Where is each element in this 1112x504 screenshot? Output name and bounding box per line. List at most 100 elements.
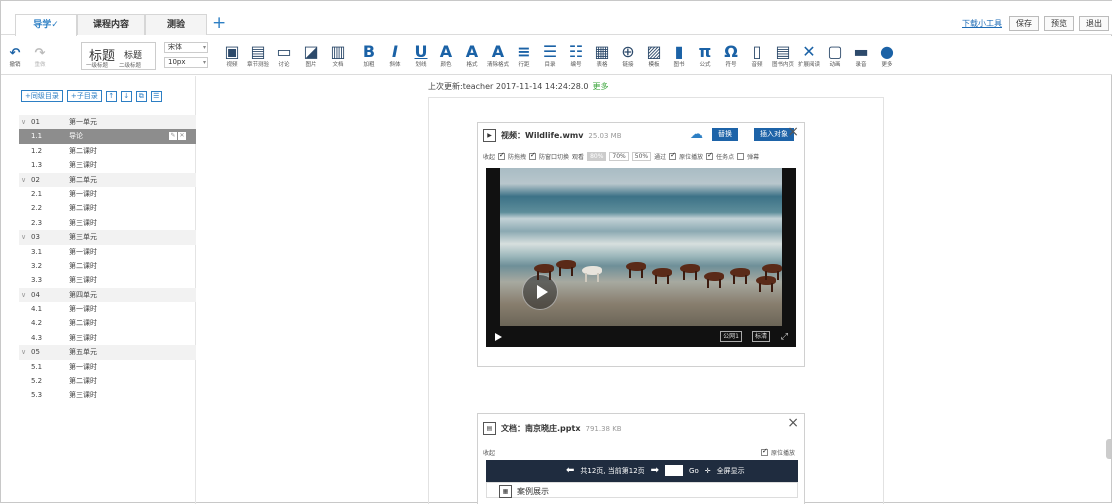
outline-unit[interactable]: ∨ 05 第五单元 (19, 345, 196, 360)
collapse-icon[interactable]: ∨ (21, 288, 26, 302)
fullscreen-move-icon[interactable]: ✛ (705, 467, 711, 475)
percent-option-50[interactable]: 50% (631, 152, 652, 161)
save-button[interactable]: 保存 (1009, 16, 1039, 31)
outline-lesson[interactable]: 2.2 第二课时 (19, 201, 196, 215)
tab-guide[interactable]: 导学✓ (15, 14, 77, 36)
outline-lesson[interactable]: 1.2 第二课时 (19, 144, 196, 158)
list-icon[interactable]: ☰ (150, 90, 162, 102)
tool-19[interactable]: Ω 符号 (720, 39, 742, 69)
outline-unit[interactable]: ∨ 01 第一单元 (19, 115, 196, 130)
go-button[interactable]: Go (689, 467, 699, 475)
collapse-icon[interactable]: ∨ (21, 115, 26, 129)
outline-lesson[interactable]: 5.1 第一课时 (19, 360, 196, 374)
more-link[interactable]: 更多 (592, 82, 608, 91)
outline-lesson[interactable]: 4.1 第一课时 (19, 302, 196, 316)
anti-drag-checkbox[interactable] (498, 151, 506, 160)
add-sibling-chapter-button[interactable]: +同级目录 (21, 90, 63, 102)
tool-2[interactable]: ▭ 讨论 (273, 39, 295, 69)
play-icon[interactable] (495, 333, 502, 341)
tool-0[interactable]: ▣ 视频 (221, 39, 243, 69)
heading-style-picker[interactable]: 标题 标题 一级标题 二级标题 (81, 42, 156, 70)
original-play-checkbox[interactable] (669, 151, 677, 160)
tool-22[interactable]: ✕ 扩展阅读 (798, 39, 820, 69)
tool-4[interactable]: ▥ 文档 (327, 39, 349, 69)
replace-button[interactable]: 替换 (712, 128, 738, 141)
quality-select[interactable]: 标清 (751, 331, 770, 342)
tab-course-content[interactable]: 课程内容 (77, 14, 145, 35)
font-size-select[interactable]: 10px (164, 57, 208, 68)
cloud-icon[interactable]: ☁ (690, 127, 703, 142)
tool-11[interactable]: ≡ 行距 (513, 39, 535, 69)
tool-17[interactable]: ▮ 图书 (668, 39, 690, 69)
outline-unit[interactable]: ∨ 03 第三单元 (19, 230, 196, 245)
prev-page-icon[interactable]: ⬅ (566, 465, 574, 476)
tool-1[interactable]: ▤ 章节测验 (247, 39, 269, 69)
download-tool-link[interactable]: 下载小工具 (962, 18, 1002, 29)
tool-5[interactable]: B 加粗 (358, 39, 380, 69)
outline-lesson[interactable]: 5.3 第三课时 (19, 388, 196, 402)
doc-original-play-checkbox[interactable] (760, 447, 768, 456)
tool-3[interactable]: ◪ 图片 (300, 39, 322, 69)
exit-button[interactable]: 退出 (1079, 16, 1109, 31)
tool-16[interactable]: ▨ 模板 (643, 39, 665, 69)
tool-6[interactable]: I 斜体 (384, 39, 406, 69)
preview-button[interactable]: 预览 (1044, 16, 1074, 31)
undo-button[interactable]: ↶ 撤销 (4, 39, 26, 69)
tool-12[interactable]: ☰ 目录 (539, 39, 561, 69)
tool-25[interactable]: ● 更多 (876, 39, 898, 69)
outline-lesson[interactable]: 4.2 第二课时 (19, 316, 196, 330)
collapse-icon[interactable]: ∨ (21, 173, 26, 187)
bullet-comments-checkbox[interactable] (737, 153, 745, 160)
heading-2-option[interactable]: 标题 (124, 48, 142, 61)
tab-quiz[interactable]: 测验 (145, 14, 207, 35)
outline-lesson[interactable]: 1.1 导论 ✎ ✕ (19, 129, 196, 144)
outline-lesson[interactable]: 2.3 第三课时 (19, 216, 196, 230)
outline-lesson[interactable]: 3.1 第一课时 (19, 245, 196, 259)
fullscreen-icon[interactable]: ⤢ (781, 332, 788, 342)
outline-lesson[interactable]: 3.2 第二课时 (19, 259, 196, 273)
doc-close-icon[interactable]: × (787, 415, 799, 431)
add-sub-chapter-button[interactable]: +子目录 (66, 90, 102, 102)
delete-icon[interactable]: ✕ (178, 132, 186, 141)
percent-option-80[interactable]: 80% (587, 152, 607, 161)
next-page-icon[interactable]: ➡ (651, 465, 659, 476)
collapse-icon[interactable]: ∨ (21, 230, 26, 244)
collapse-icon[interactable]: ∨ (21, 345, 26, 359)
outline-lesson[interactable]: 5.2 第二课时 (19, 374, 196, 388)
move-up-icon[interactable]: ↑ (105, 90, 117, 102)
close-icon[interactable]: × (787, 124, 799, 140)
tool-20[interactable]: ▯ 音频 (746, 39, 768, 69)
task-point-checkbox[interactable] (706, 151, 714, 160)
line-select[interactable]: 公网1 (720, 331, 742, 342)
outline-unit[interactable]: ∨ 02 第二单元 (19, 172, 196, 187)
collapse-toggle[interactable]: 收起 (483, 152, 495, 161)
redo-button[interactable]: ↷ 重做 (29, 39, 51, 69)
add-tab-button[interactable]: + (212, 14, 226, 32)
tool-14[interactable]: ▦ 表格 (591, 39, 613, 69)
percent-option-70[interactable]: 70% (609, 152, 629, 161)
move-down-icon[interactable]: ↓ (120, 90, 132, 102)
tool-23[interactable]: ▢ 动画 (824, 39, 846, 69)
tool-9[interactable]: A 格式 (461, 39, 483, 69)
tool-15[interactable]: ⊕ 链接 (617, 39, 639, 69)
tool-21[interactable]: ▤ 图书内页 (772, 39, 794, 69)
copy-icon[interactable]: ⧉ (135, 90, 147, 102)
edit-icon[interactable]: ✎ (169, 132, 177, 141)
outline-lesson[interactable]: 1.3 第三课时 (19, 158, 196, 172)
outline-lesson[interactable]: 4.3 第三课时 (19, 331, 196, 345)
right-edge-handle[interactable] (1106, 439, 1111, 459)
play-overlay-icon[interactable] (522, 274, 558, 310)
tool-18[interactable]: π 公式 (694, 39, 716, 69)
font-family-select[interactable]: 宋体 (164, 42, 208, 53)
anti-switch-checkbox[interactable] (529, 151, 537, 160)
tool-8[interactable]: A 颜色 (435, 39, 457, 69)
video-player[interactable]: 公网1 标清 ⤢ (486, 168, 796, 347)
page-input[interactable] (665, 465, 684, 476)
tool-10[interactable]: A 清除格式 (487, 39, 509, 69)
outline-lesson[interactable]: 2.1 第一课时 (19, 187, 196, 201)
tool-13[interactable]: ☷ 编号 (565, 39, 587, 69)
tool-24[interactable]: ▬ 录音 (850, 39, 872, 69)
fullscreen-button[interactable]: 全屏显示 (717, 466, 745, 476)
doc-collapse-toggle[interactable]: 收起 (483, 448, 495, 457)
outline-unit[interactable]: ∨ 04 第四单元 (19, 287, 196, 303)
